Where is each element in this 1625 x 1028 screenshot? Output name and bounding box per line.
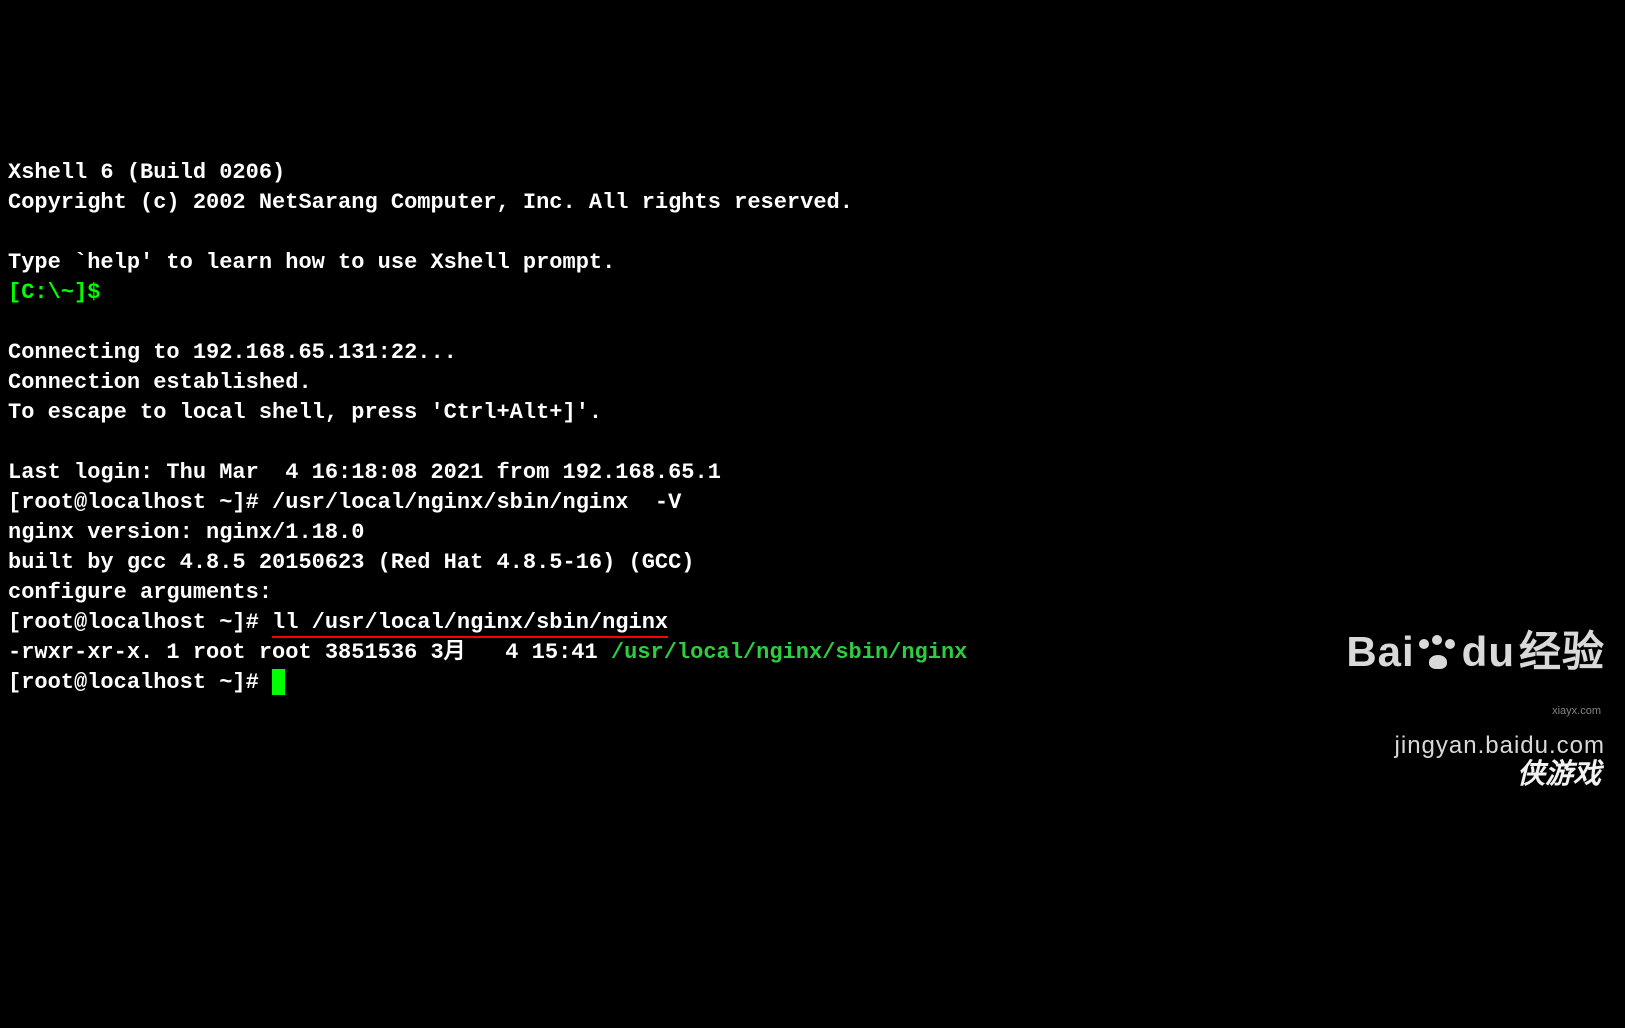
ll-output-prefix: -rwxr-xr-x. 1 root root 3851536 3月 4 15:… [8, 640, 611, 665]
paw-icon [1419, 635, 1458, 669]
local-prompt: [C:\~]$ [8, 280, 100, 305]
ll-output-path: /usr/local/nginx/sbin/nginx [611, 640, 967, 665]
nginx-version-line: nginx version: nginx/1.18.0 [8, 520, 364, 545]
watermark-text-bai: Bai [1346, 637, 1414, 667]
nginx-gcc-line: built by gcc 4.8.5 20150623 (Red Hat 4.8… [8, 550, 695, 575]
cursor-icon [272, 669, 285, 695]
connecting-line: Connecting to 192.168.65.131:22... [8, 340, 457, 365]
nginx-configure-line: configure arguments: [8, 580, 272, 605]
command-1: /usr/local/nginx/sbin/nginx -V [272, 490, 681, 515]
watermark-secondary: jingyan.baidu.com [1346, 731, 1605, 761]
connected-line: Connection established. [8, 370, 312, 395]
watermark-text-jingyan: 经验 [1519, 637, 1605, 667]
command-2: ll /usr/local/nginx/sbin/nginx [272, 610, 668, 638]
escape-line: To escape to local shell, press 'Ctrl+Al… [8, 400, 602, 425]
prompt-3: [root@localhost ~]# [8, 670, 272, 695]
watermark-extra-text: 侠游戏 [1517, 759, 1601, 789]
header-line-2: Copyright (c) 2002 NetSarang Computer, I… [8, 190, 853, 215]
prompt-2: [root@localhost ~]# [8, 610, 272, 635]
help-line: Type `help' to learn how to use Xshell p… [8, 250, 615, 275]
last-login-line: Last login: Thu Mar 4 16:18:08 2021 from… [8, 460, 721, 485]
prompt-1: [root@localhost ~]# [8, 490, 272, 515]
header-line-1: Xshell 6 (Build 0206) [8, 160, 285, 185]
watermark-text-du: du [1462, 637, 1515, 667]
watermark-primary: Bai du 经验 [1346, 635, 1605, 669]
